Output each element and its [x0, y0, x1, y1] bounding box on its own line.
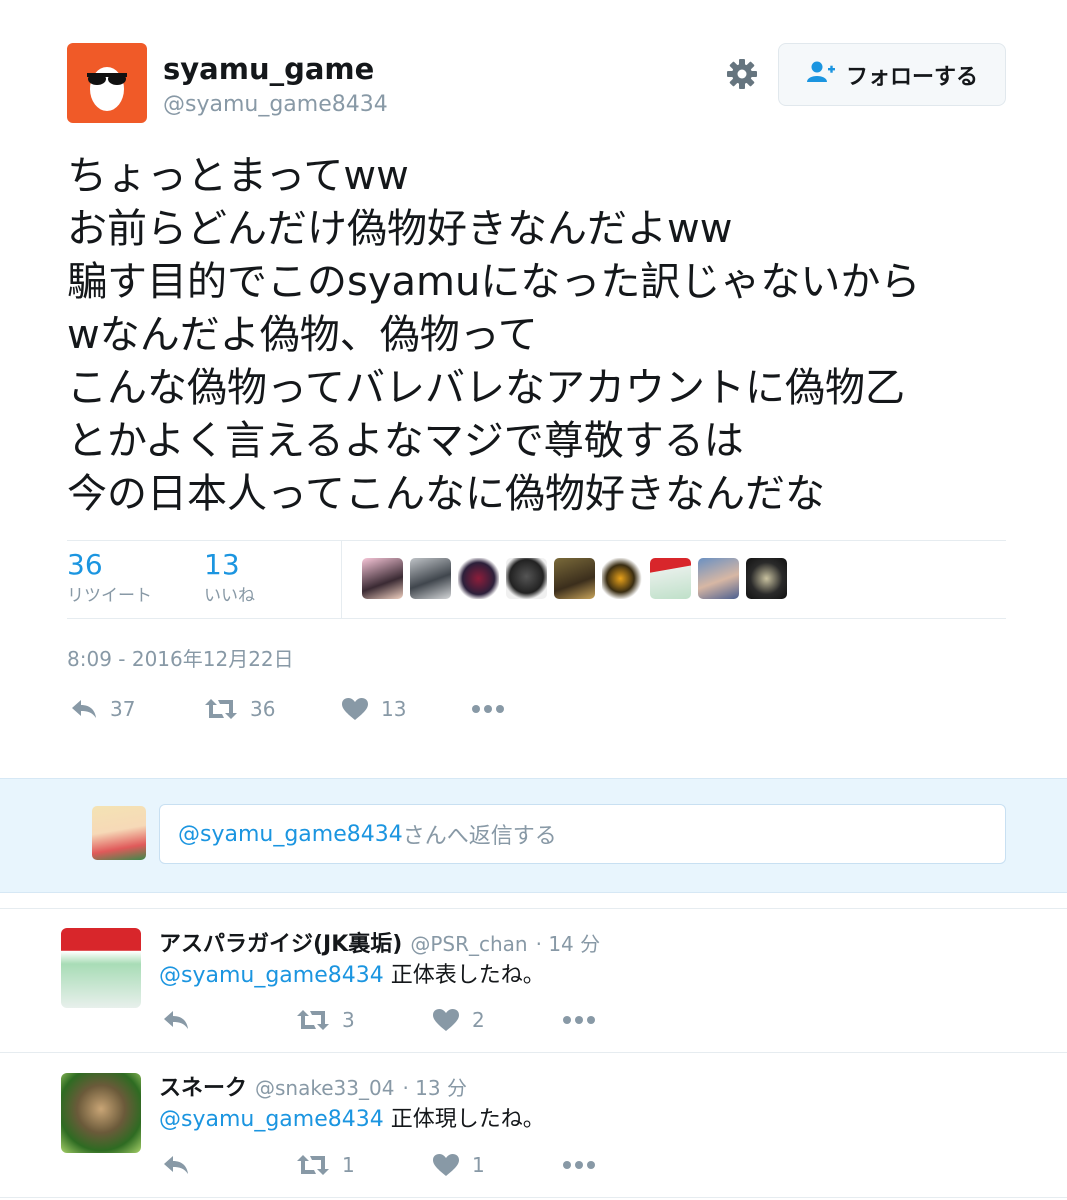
retweet-label: リツイート: [67, 586, 152, 606]
like-count: 13: [204, 548, 240, 581]
retweet-button[interactable]: 36: [204, 697, 275, 721]
reply-header: スネーク @snake33_04 · 13 分: [159, 1070, 467, 1102]
retweet-count: 36: [250, 697, 276, 721]
user-handle[interactable]: @syamu_game8434: [163, 92, 388, 117]
divider: [341, 540, 342, 618]
liker-avatar[interactable]: [602, 558, 643, 599]
tweet-line: こんな偽物ってバレバレなアカウントに偽物乙: [67, 365, 905, 411]
reply-mention: @syamu_game8434: [178, 821, 403, 847]
like-button[interactable]: 1: [432, 1153, 485, 1177]
more-icon: [562, 1008, 596, 1032]
divider: [0, 908, 1067, 909]
reply-icon: [162, 1008, 190, 1032]
reply-body: 正体現したね。: [383, 1107, 545, 1132]
reply-author-name[interactable]: アスパラガイジ(JK裏垢): [159, 926, 402, 958]
like-button[interactable]: 2: [432, 1008, 485, 1032]
like-count: 13: [381, 697, 407, 721]
reply-mention[interactable]: @syamu_game8434: [159, 963, 384, 988]
reply-button[interactable]: 37: [70, 697, 135, 721]
like-count: 2: [472, 1008, 485, 1032]
reply-placeholder: さんへ返信する: [402, 824, 557, 849]
more-icon: [562, 1153, 596, 1177]
liker-avatar[interactable]: [410, 558, 451, 599]
more-icon: [471, 697, 505, 721]
divider: [67, 540, 1006, 541]
more-button[interactable]: [562, 1008, 596, 1032]
retweet-button[interactable]: 1: [296, 1153, 355, 1177]
reply-avatar[interactable]: [61, 928, 141, 1008]
retweet-stat[interactable]: 36 リツイート: [67, 548, 152, 606]
reply-button[interactable]: [162, 1153, 190, 1177]
heart-icon: [432, 1008, 460, 1032]
reply-text: @syamu_game8434 正体現したね。: [159, 1101, 545, 1133]
like-count: 1: [472, 1153, 485, 1177]
liker-avatar[interactable]: [698, 558, 739, 599]
retweet-count: 3: [342, 1008, 355, 1032]
reply-header: アスパラガイジ(JK裏垢) @PSR_chan · 14 分: [159, 926, 600, 958]
retweet-icon: [204, 697, 238, 721]
more-button[interactable]: [562, 1153, 596, 1177]
display-name[interactable]: syamu_game: [163, 52, 374, 86]
tweet-line: 騙す目的でこのsyamuになった訳じゃないから: [67, 259, 921, 305]
liker-avatar[interactable]: [650, 558, 691, 599]
liker-avatar[interactable]: [746, 558, 787, 599]
more-button[interactable]: [471, 697, 505, 721]
like-button[interactable]: 13: [341, 697, 406, 721]
liker-avatar[interactable]: [554, 558, 595, 599]
tweet-line: 今の日本人ってこんなに偽物好きなんだな: [67, 471, 825, 517]
retweet-count: 36: [67, 548, 103, 581]
liker-avatar[interactable]: [362, 558, 403, 599]
heart-icon: [432, 1153, 460, 1177]
tweet-line: wなんだよ偽物、偽物って: [67, 312, 538, 358]
reply-avatar[interactable]: [61, 1073, 141, 1153]
reply-text: @syamu_game8434 正体表したね。: [159, 957, 545, 989]
liker-avatar[interactable]: [458, 558, 499, 599]
profile-avatar[interactable]: [67, 43, 147, 123]
liker-avatars: [362, 558, 787, 599]
reply-author-handle[interactable]: @snake33_04: [255, 1076, 394, 1100]
follow-button[interactable]: フォローする: [778, 43, 1006, 106]
heart-icon: [341, 697, 369, 721]
reply-mention[interactable]: @syamu_game8434: [159, 1107, 384, 1132]
like-stat[interactable]: 13 いいね: [204, 548, 255, 606]
current-user-avatar: [92, 806, 146, 860]
retweet-icon: [296, 1008, 330, 1032]
gear-icon[interactable]: [724, 56, 760, 92]
reply-button[interactable]: [162, 1008, 190, 1032]
reply-time[interactable]: · 13 分: [402, 1072, 467, 1101]
reply-icon: [70, 697, 98, 721]
retweet-button[interactable]: 3: [296, 1008, 355, 1032]
divider: [67, 618, 1006, 619]
reply-time[interactable]: · 14 分: [536, 928, 601, 957]
tweet-line: ちょっとまってww: [67, 153, 409, 199]
liker-avatar[interactable]: [506, 558, 547, 599]
reply-body: 正体表したね。: [383, 963, 545, 988]
reply-input[interactable]: @syamu_game8434 さんへ返信する: [159, 804, 1006, 864]
divider: [0, 1052, 1067, 1053]
tweet-line: お前らどんだけ偽物好きなんだよww: [67, 206, 733, 252]
tweet-text: ちょっとまってww お前らどんだけ偽物好きなんだよww 騙す目的でこのsyamu…: [67, 150, 1027, 521]
reply-count: 37: [110, 697, 136, 721]
tweet-line: とかよく言えるよなマジで尊敬するは: [67, 418, 744, 464]
retweet-icon: [296, 1153, 330, 1177]
retweet-count: 1: [342, 1153, 355, 1177]
tweet-timestamp[interactable]: 8:09 - 2016年12月22日: [67, 643, 294, 672]
add-user-icon: [806, 60, 836, 90]
like-label: いいね: [204, 586, 255, 606]
divider: [0, 1197, 1067, 1198]
reply-author-handle[interactable]: @PSR_chan: [410, 932, 527, 956]
reply-icon: [162, 1153, 190, 1177]
follow-label: フォローする: [845, 64, 978, 90]
reply-author-name[interactable]: スネーク: [159, 1070, 247, 1102]
